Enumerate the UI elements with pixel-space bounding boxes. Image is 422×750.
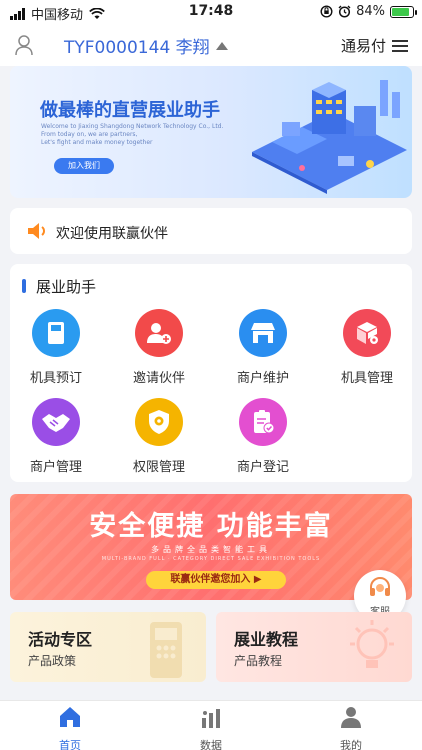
business-tools-panel: 展业助手 机具预订 邀请伙伴 商户维护 机具管理 商户管理 权限管理 商户登记 xyxy=(10,264,412,482)
brand-label: 通易付 xyxy=(340,37,386,55)
promo-banner[interactable]: 安全便捷 功能丰富 多品牌全品类智能工具 MULTI-BRAND FULL · … xyxy=(10,494,412,600)
device-order-icon xyxy=(32,309,80,357)
notice-text: 欢迎使用联赢伙伴 xyxy=(56,226,168,242)
app-header: TYF0000144 李翔 通易付 xyxy=(0,24,422,66)
rotation-lock-icon xyxy=(320,5,333,18)
promo-join-button[interactable]: 联赢伙伴邀您加入 ▶ xyxy=(146,571,286,589)
status-bar: 中国移动 17:48 84% xyxy=(0,0,422,24)
hero-banner[interactable]: 做最棒的直营展业助手 Welcome to Jiaxing Shangdong … xyxy=(10,66,412,198)
tool-merchant-manage[interactable]: 商户管理 xyxy=(10,398,102,475)
account-switcher[interactable]: TYF0000144 李翔 xyxy=(64,33,228,58)
device-manage-icon xyxy=(343,309,391,357)
banner-subtitle-line: From today on, we are partners, xyxy=(41,131,138,138)
activity-zone-card[interactable]: 活动专区 产品政策 xyxy=(10,612,206,682)
alarm-icon xyxy=(338,5,351,18)
permission-shield-icon xyxy=(135,398,183,446)
headset-icon xyxy=(370,577,390,596)
card-subtitle: 产品政策 xyxy=(28,654,77,668)
notice-bar: 欢迎使用联赢伙伴 xyxy=(10,208,412,254)
section-accent-bar xyxy=(22,279,26,293)
section-title: 展业助手 xyxy=(36,278,97,296)
tab-label: 我的 xyxy=(340,739,362,750)
caret-up-icon xyxy=(215,41,228,50)
tool-invite-partner[interactable]: 邀请伙伴 xyxy=(113,309,205,386)
isometric-city-illustration xyxy=(252,80,407,194)
banner-subtitle: Welcome to Jiaxing Shangdong Network Tec… xyxy=(41,123,241,147)
promo-title: 安全便捷 功能丰富 xyxy=(89,511,333,542)
tab-home[interactable]: 首页 xyxy=(30,705,110,750)
user-icon[interactable] xyxy=(14,34,34,56)
register-form-icon xyxy=(239,398,287,446)
tool-label: 商户登记 xyxy=(236,460,289,475)
card-title: 展业教程 xyxy=(234,630,299,649)
battery-percent: 84% xyxy=(356,4,385,19)
tool-label: 机具管理 xyxy=(340,371,393,386)
tab-label: 数据 xyxy=(200,739,222,750)
invite-partner-icon xyxy=(135,309,183,357)
join-us-button[interactable]: 加入我们 xyxy=(54,158,114,174)
tab-label: 首页 xyxy=(59,739,81,750)
tool-label: 商户管理 xyxy=(29,460,82,475)
status-right: 84% xyxy=(320,4,417,19)
tool-merchant-register[interactable]: 商户登记 xyxy=(217,398,309,475)
promo-subtitle-en: MULTI-BRAND FULL · CATEGORY DIRECT SALE … xyxy=(101,556,321,562)
tool-device-manage[interactable]: 机具管理 xyxy=(321,309,413,386)
profile-icon xyxy=(341,707,361,728)
data-chart-icon xyxy=(202,709,220,728)
lightbulb-icon xyxy=(350,620,394,668)
tab-mine[interactable]: 我的 xyxy=(311,705,391,750)
tool-device-order[interactable]: 机具预订 xyxy=(10,309,102,386)
promo-subtitle: 多品牌全品类智能工具 xyxy=(151,545,271,554)
battery-fill xyxy=(392,7,409,16)
bottom-tab-bar: 首页 数据 我的 xyxy=(0,700,422,750)
handshake-icon xyxy=(32,398,80,446)
banner-subtitle-line: Welcome to Jiaxing Shangdong Network Tec… xyxy=(41,123,224,130)
tool-label: 权限管理 xyxy=(132,460,185,475)
tab-data[interactable]: 数据 xyxy=(171,705,251,750)
pos-terminal-icon xyxy=(150,622,182,678)
tool-store-maintain[interactable]: 商户维护 xyxy=(217,309,309,386)
home-icon xyxy=(60,707,80,727)
card-subtitle: 产品教程 xyxy=(234,654,283,668)
brand-menu[interactable]: 通易付 xyxy=(341,35,408,56)
speaker-icon xyxy=(28,223,45,239)
tool-label: 机具预订 xyxy=(29,371,82,386)
banner-title: 做最棒的直营展业助手 xyxy=(40,100,220,121)
card-title: 活动专区 xyxy=(28,630,93,649)
tutorial-card[interactable]: 展业教程 产品教程 xyxy=(216,612,412,682)
battery-icon xyxy=(390,5,417,18)
store-maintain-icon xyxy=(239,309,287,357)
tool-label: 商户维护 xyxy=(236,371,289,386)
tool-label: 邀请伙伴 xyxy=(132,371,185,386)
tool-permission-manage[interactable]: 权限管理 xyxy=(113,398,205,475)
menu-icon xyxy=(392,39,408,52)
account-label: TYF0000144 李翔 xyxy=(64,38,210,58)
banner-subtitle-line: Let's fight and make money together xyxy=(41,139,153,146)
